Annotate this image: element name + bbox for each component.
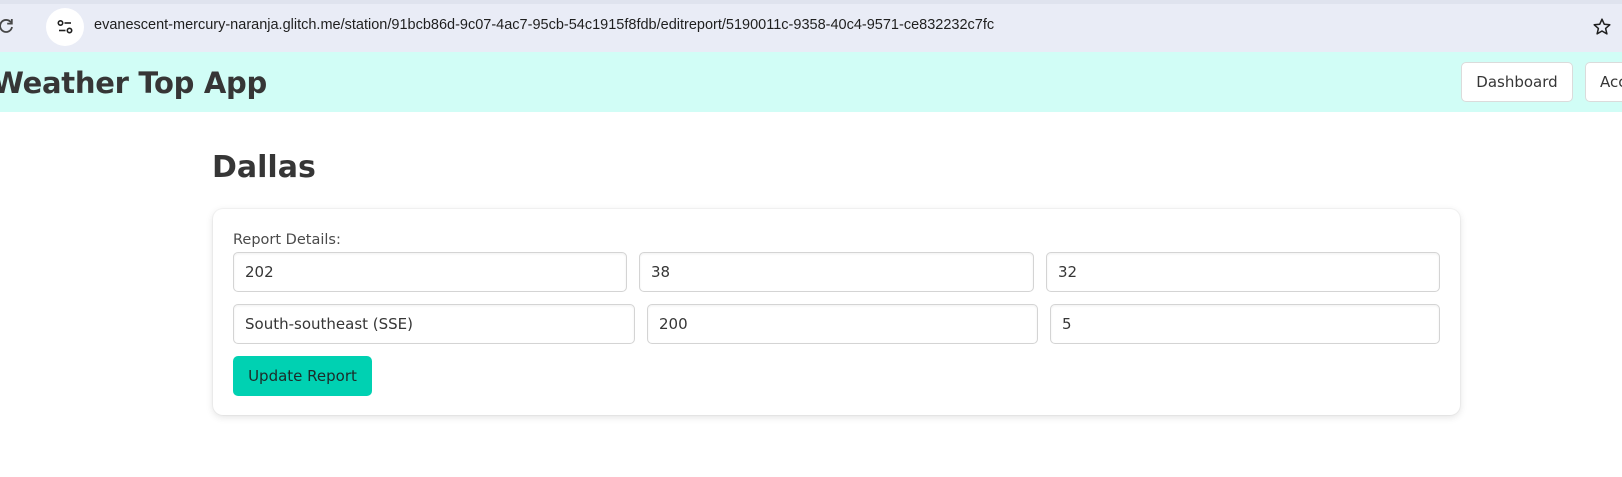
- wind-degree-input[interactable]: [647, 304, 1038, 344]
- nav-dashboard-button[interactable]: Dashboard: [1461, 62, 1573, 102]
- report-details-label: Report Details:: [233, 232, 341, 248]
- update-report-button[interactable]: Update Report: [233, 356, 372, 396]
- url-text[interactable]: evanescent-mercury-naranja.glitch.me/sta…: [94, 17, 994, 33]
- wind-speed-input[interactable]: [1046, 252, 1440, 292]
- station-title: Dallas: [212, 150, 316, 185]
- site-info-button[interactable]: [46, 8, 84, 46]
- reload-icon[interactable]: [0, 16, 16, 36]
- nav-account-button[interactable]: Account: [1585, 62, 1622, 102]
- star-icon[interactable]: [1592, 17, 1612, 37]
- temperature-input[interactable]: [639, 252, 1034, 292]
- pressure-input[interactable]: [1050, 304, 1440, 344]
- tune-icon: [57, 19, 73, 34]
- app-title[interactable]: Weather Top App: [0, 66, 267, 100]
- wind-direction-input[interactable]: [233, 304, 635, 344]
- code-input[interactable]: [233, 252, 627, 292]
